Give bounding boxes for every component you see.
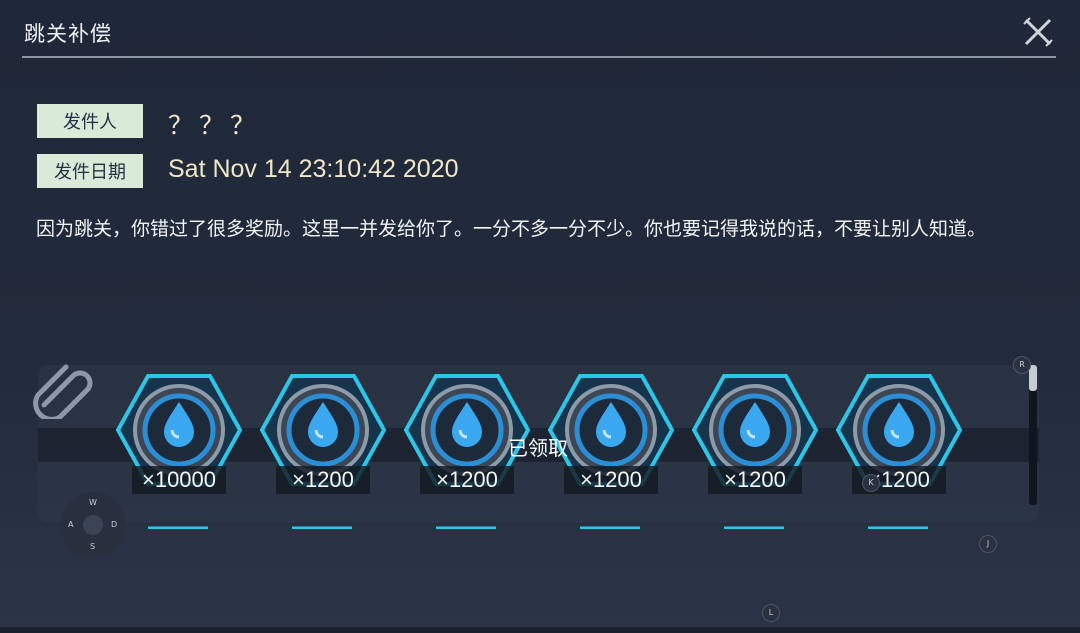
reward-row-next-peek: [406, 514, 526, 530]
date-value: Sat Nov 14 23:10:42 2020: [168, 155, 459, 183]
claimed-text: 已领取: [508, 436, 568, 460]
scrollbar-thumb[interactable]: [1029, 365, 1037, 391]
reward-quantity: ×10000: [132, 466, 226, 494]
reward-row-next-peek: [694, 514, 814, 530]
reward-item[interactable]: ×1200: [256, 372, 390, 497]
close-icon[interactable]: [1020, 14, 1056, 50]
reward-quantity: ×1200: [708, 466, 802, 494]
key-a-hint: A: [68, 520, 74, 529]
reward-row-next-peek: [838, 514, 958, 530]
key-j-hint: J: [979, 535, 997, 553]
wasd-joystick[interactable]: W A S D: [60, 492, 126, 558]
reward-item[interactable]: ×1200: [832, 372, 966, 497]
key-r-hint: R: [1013, 356, 1031, 374]
reward-item[interactable]: ×1200: [688, 372, 822, 497]
reward-quantity: ×1200: [420, 466, 514, 494]
key-l-hint: L: [762, 604, 780, 622]
reward-row-next-peek: [550, 514, 670, 530]
key-k-hint: K: [862, 474, 880, 492]
key-s-hint: S: [90, 542, 96, 551]
sender-label: 发件人: [37, 104, 143, 138]
reward-quantity: ×1200: [564, 466, 658, 494]
sender-value: ？？？: [168, 112, 262, 140]
reward-quantity: ×1200: [276, 466, 370, 494]
dialog-title: 跳关补偿: [24, 22, 112, 46]
title-divider: [22, 56, 1056, 58]
key-d-hint: D: [111, 520, 118, 529]
mail-message: 因为跳关，你错过了很多奖励。这里一并发给你了。一分不多一分不少。你也要记得我说的…: [36, 218, 987, 240]
joystick-knob[interactable]: [83, 515, 103, 535]
bottom-bar: [0, 627, 1080, 633]
reward-item[interactable]: ×10000: [112, 372, 246, 497]
paperclip-icon: [30, 357, 98, 422]
reward-row-next-peek: [118, 514, 238, 530]
date-label: 发件日期: [37, 154, 143, 188]
key-w-hint: W: [89, 498, 97, 507]
reward-row-next-peek: [262, 514, 382, 530]
